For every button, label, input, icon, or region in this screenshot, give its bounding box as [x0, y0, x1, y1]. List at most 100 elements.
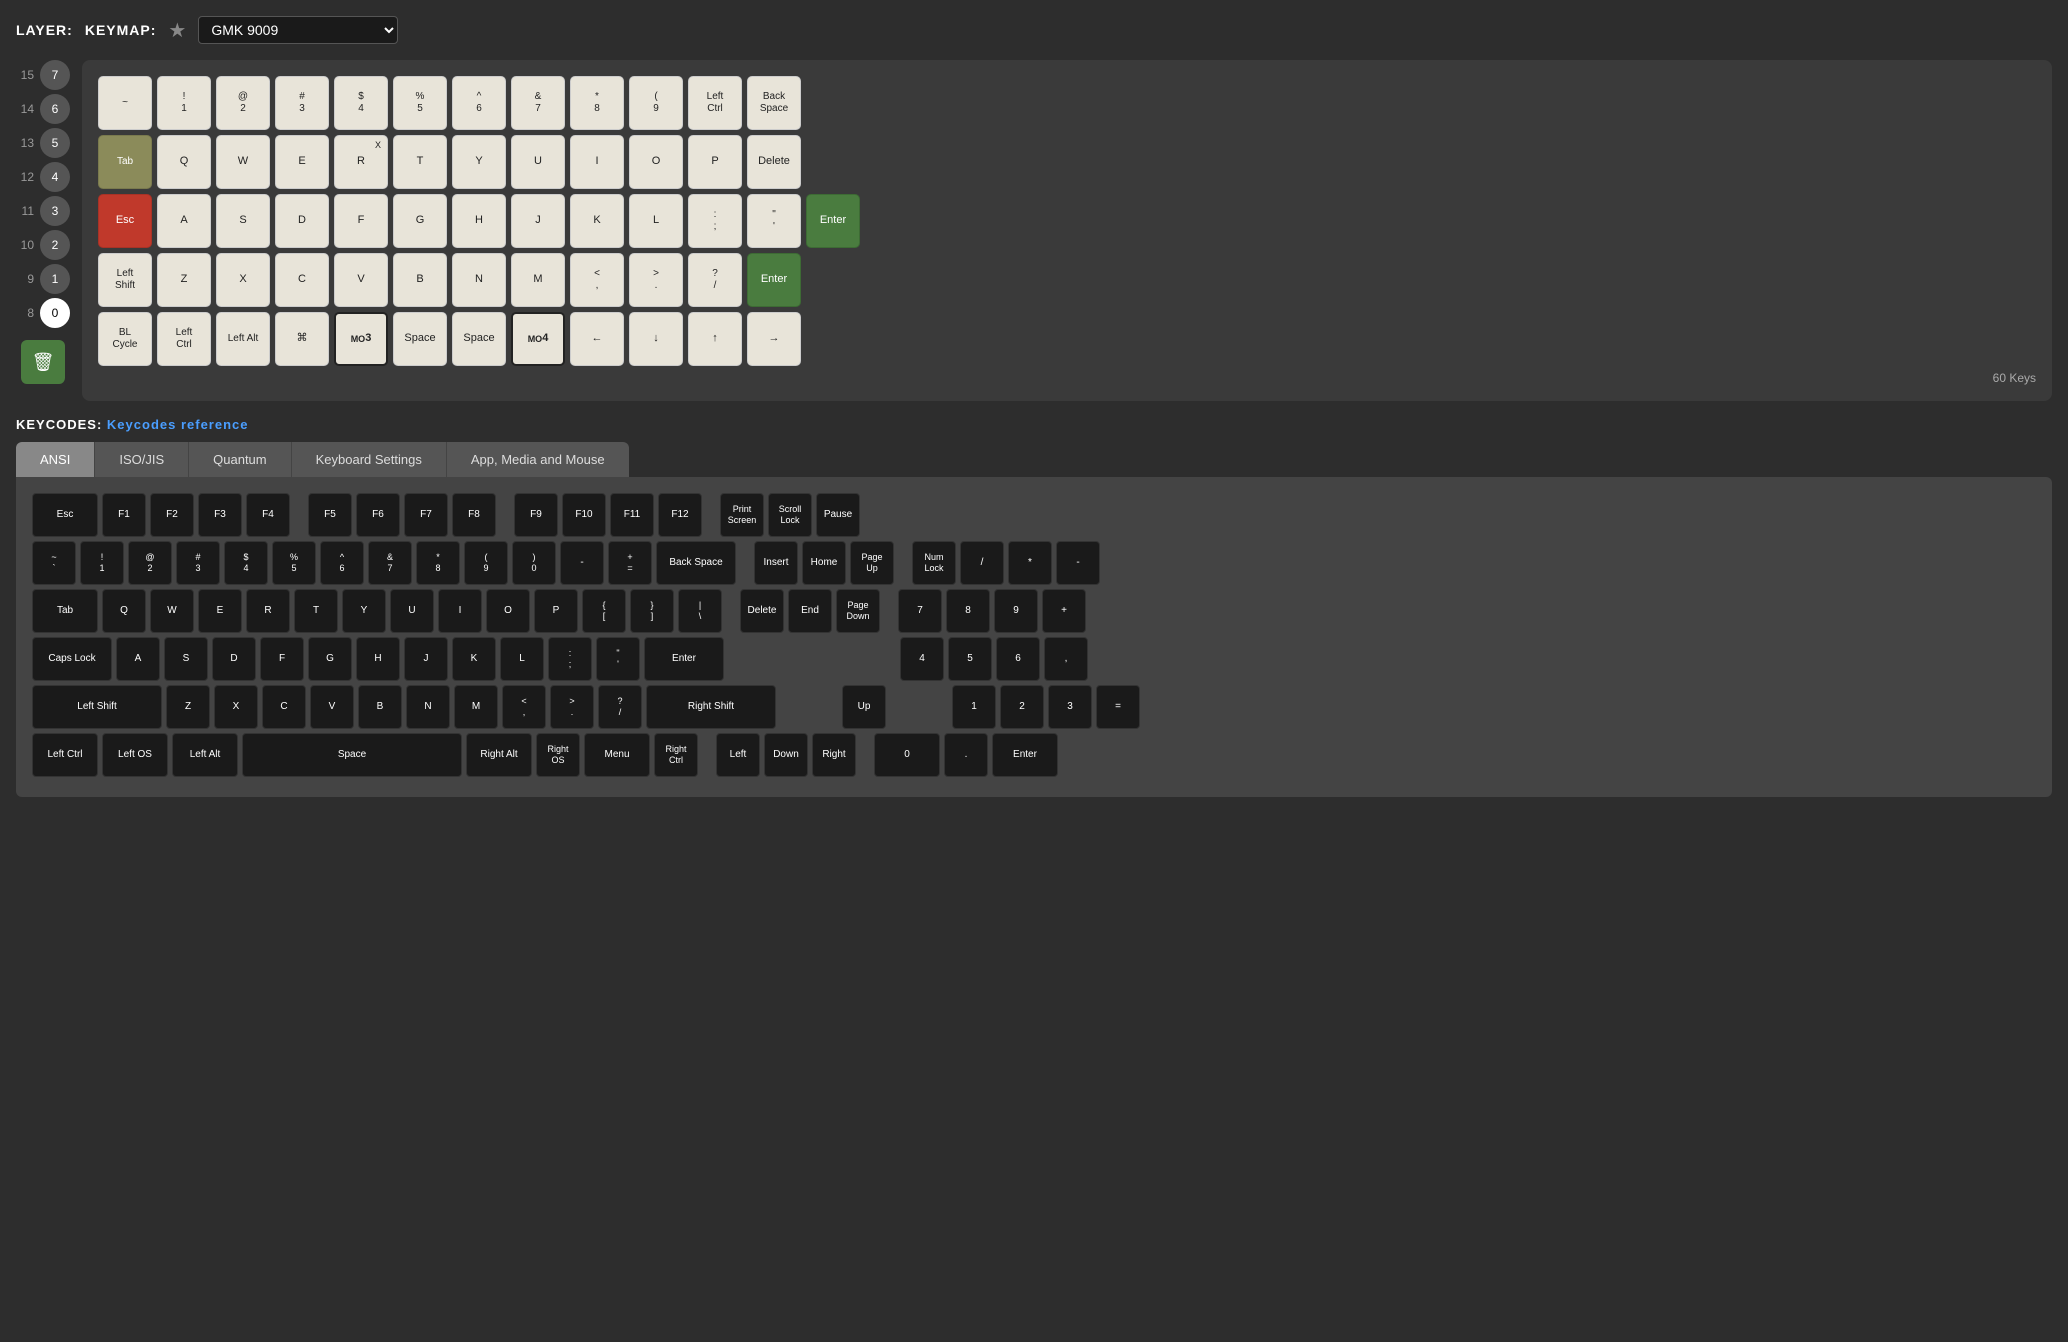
layer-circle-0[interactable]: 0: [40, 298, 70, 328]
key-4[interactable]: $4: [334, 76, 388, 130]
key-esc[interactable]: Esc: [98, 194, 152, 248]
key-mo4[interactable]: MO4: [511, 312, 565, 366]
akey-delete[interactable]: Delete: [740, 589, 784, 633]
akey-d[interactable]: D: [212, 637, 256, 681]
akey-5[interactable]: %5: [272, 541, 316, 585]
layer-circle-4[interactable]: 4: [40, 162, 70, 192]
key-os[interactable]: ⌘: [275, 312, 329, 366]
akey-s[interactable]: S: [164, 637, 208, 681]
key-mo3[interactable]: MO3: [334, 312, 388, 366]
akey-caps-lock[interactable]: Caps Lock: [32, 637, 112, 681]
akey-tab[interactable]: Tab: [32, 589, 98, 633]
akey-numpad-enter[interactable]: Enter: [992, 733, 1058, 777]
key-left-shift[interactable]: LeftShift: [98, 253, 152, 307]
akey-0[interactable]: )0: [512, 541, 556, 585]
key-l[interactable]: L: [629, 194, 683, 248]
akey-quote[interactable]: "': [596, 637, 640, 681]
key-tilde[interactable]: ~: [98, 76, 152, 130]
akey-f11[interactable]: F11: [610, 493, 654, 537]
akey-f3[interactable]: F3: [198, 493, 242, 537]
key-h[interactable]: H: [452, 194, 506, 248]
akey-f5[interactable]: F5: [308, 493, 352, 537]
akey-left-alt[interactable]: Left Alt: [172, 733, 238, 777]
akey-f8[interactable]: F8: [452, 493, 496, 537]
key-k[interactable]: K: [570, 194, 624, 248]
akey-num0[interactable]: 0: [874, 733, 940, 777]
akey-c[interactable]: C: [262, 685, 306, 729]
akey-num2[interactable]: 2: [1000, 685, 1044, 729]
akey-f2[interactable]: F2: [150, 493, 194, 537]
akey-f9[interactable]: F9: [514, 493, 558, 537]
akey-b[interactable]: B: [358, 685, 402, 729]
akey-t[interactable]: T: [294, 589, 338, 633]
layer-circle-3[interactable]: 3: [40, 196, 70, 226]
akey-g[interactable]: G: [308, 637, 352, 681]
akey-right-alt[interactable]: Right Alt: [466, 733, 532, 777]
akey-left-shift[interactable]: Left Shift: [32, 685, 162, 729]
akey-grave[interactable]: ~`: [32, 541, 76, 585]
akey-close-bracket[interactable]: }]: [630, 589, 674, 633]
key-up-arrow[interactable]: ↑: [688, 312, 742, 366]
akey-l[interactable]: L: [500, 637, 544, 681]
akey-i[interactable]: I: [438, 589, 482, 633]
akey-space[interactable]: Space: [242, 733, 462, 777]
key-y[interactable]: Y: [452, 135, 506, 189]
akey-j[interactable]: J: [404, 637, 448, 681]
tab-keyboard-settings[interactable]: Keyboard Settings: [292, 442, 447, 477]
akey-u[interactable]: U: [390, 589, 434, 633]
key-m[interactable]: M: [511, 253, 565, 307]
akey-a[interactable]: A: [116, 637, 160, 681]
akey-home[interactable]: Home: [802, 541, 846, 585]
tab-quantum[interactable]: Quantum: [189, 442, 291, 477]
key-x[interactable]: X: [216, 253, 270, 307]
key-p[interactable]: P: [688, 135, 742, 189]
akey-f7[interactable]: F7: [404, 493, 448, 537]
key-t[interactable]: T: [393, 135, 447, 189]
key-i[interactable]: I: [570, 135, 624, 189]
key-enter-2[interactable]: Enter: [747, 253, 801, 307]
key-enter[interactable]: Enter: [806, 194, 860, 248]
key-1[interactable]: !1: [157, 76, 211, 130]
akey-left[interactable]: Left: [716, 733, 760, 777]
akey-scroll-lock[interactable]: ScrollLock: [768, 493, 812, 537]
layer-circle-2[interactable]: 2: [40, 230, 70, 260]
akey-left-ctrl[interactable]: Left Ctrl: [32, 733, 98, 777]
key-comma[interactable]: <,: [570, 253, 624, 307]
key-3[interactable]: #3: [275, 76, 329, 130]
key-backspace[interactable]: BackSpace: [747, 76, 801, 130]
akey-f4[interactable]: F4: [246, 493, 290, 537]
key-slash[interactable]: ?/: [688, 253, 742, 307]
key-left-arrow[interactable]: ←: [570, 312, 624, 366]
akey-6[interactable]: ^6: [320, 541, 364, 585]
akey-numpad-plus[interactable]: +: [1042, 589, 1086, 633]
key-z[interactable]: Z: [157, 253, 211, 307]
akey-numpad-comma[interactable]: ,: [1044, 637, 1088, 681]
akey-backspace[interactable]: Back Space: [656, 541, 736, 585]
tab-iso-jis[interactable]: ISO/JIS: [95, 442, 189, 477]
key-c[interactable]: C: [275, 253, 329, 307]
akey-equals[interactable]: +=: [608, 541, 652, 585]
akey-page-up[interactable]: PageUp: [850, 541, 894, 585]
akey-9[interactable]: (9: [464, 541, 508, 585]
akey-numdot[interactable]: .: [944, 733, 988, 777]
akey-h[interactable]: H: [356, 637, 400, 681]
akey-f6[interactable]: F6: [356, 493, 400, 537]
key-9[interactable]: (9: [629, 76, 683, 130]
akey-end[interactable]: End: [788, 589, 832, 633]
akey-fslash[interactable]: ?/: [598, 685, 642, 729]
akey-m[interactable]: M: [454, 685, 498, 729]
akey-7[interactable]: &7: [368, 541, 412, 585]
akey-numpad-minus[interactable]: -: [1056, 541, 1100, 585]
akey-n[interactable]: N: [406, 685, 450, 729]
favorite-icon[interactable]: ★: [168, 18, 186, 43]
key-right-arrow[interactable]: →: [747, 312, 801, 366]
layer-circle-7[interactable]: 7: [40, 60, 70, 90]
key-f[interactable]: F: [334, 194, 388, 248]
akey-numpad-star[interactable]: *: [1008, 541, 1052, 585]
akey-4[interactable]: $4: [224, 541, 268, 585]
key-bl-cycle[interactable]: BLCycle: [98, 312, 152, 366]
akey-numpad-eq[interactable]: =: [1096, 685, 1140, 729]
akey-num9[interactable]: 9: [994, 589, 1038, 633]
key-v[interactable]: V: [334, 253, 388, 307]
akey-e[interactable]: E: [198, 589, 242, 633]
